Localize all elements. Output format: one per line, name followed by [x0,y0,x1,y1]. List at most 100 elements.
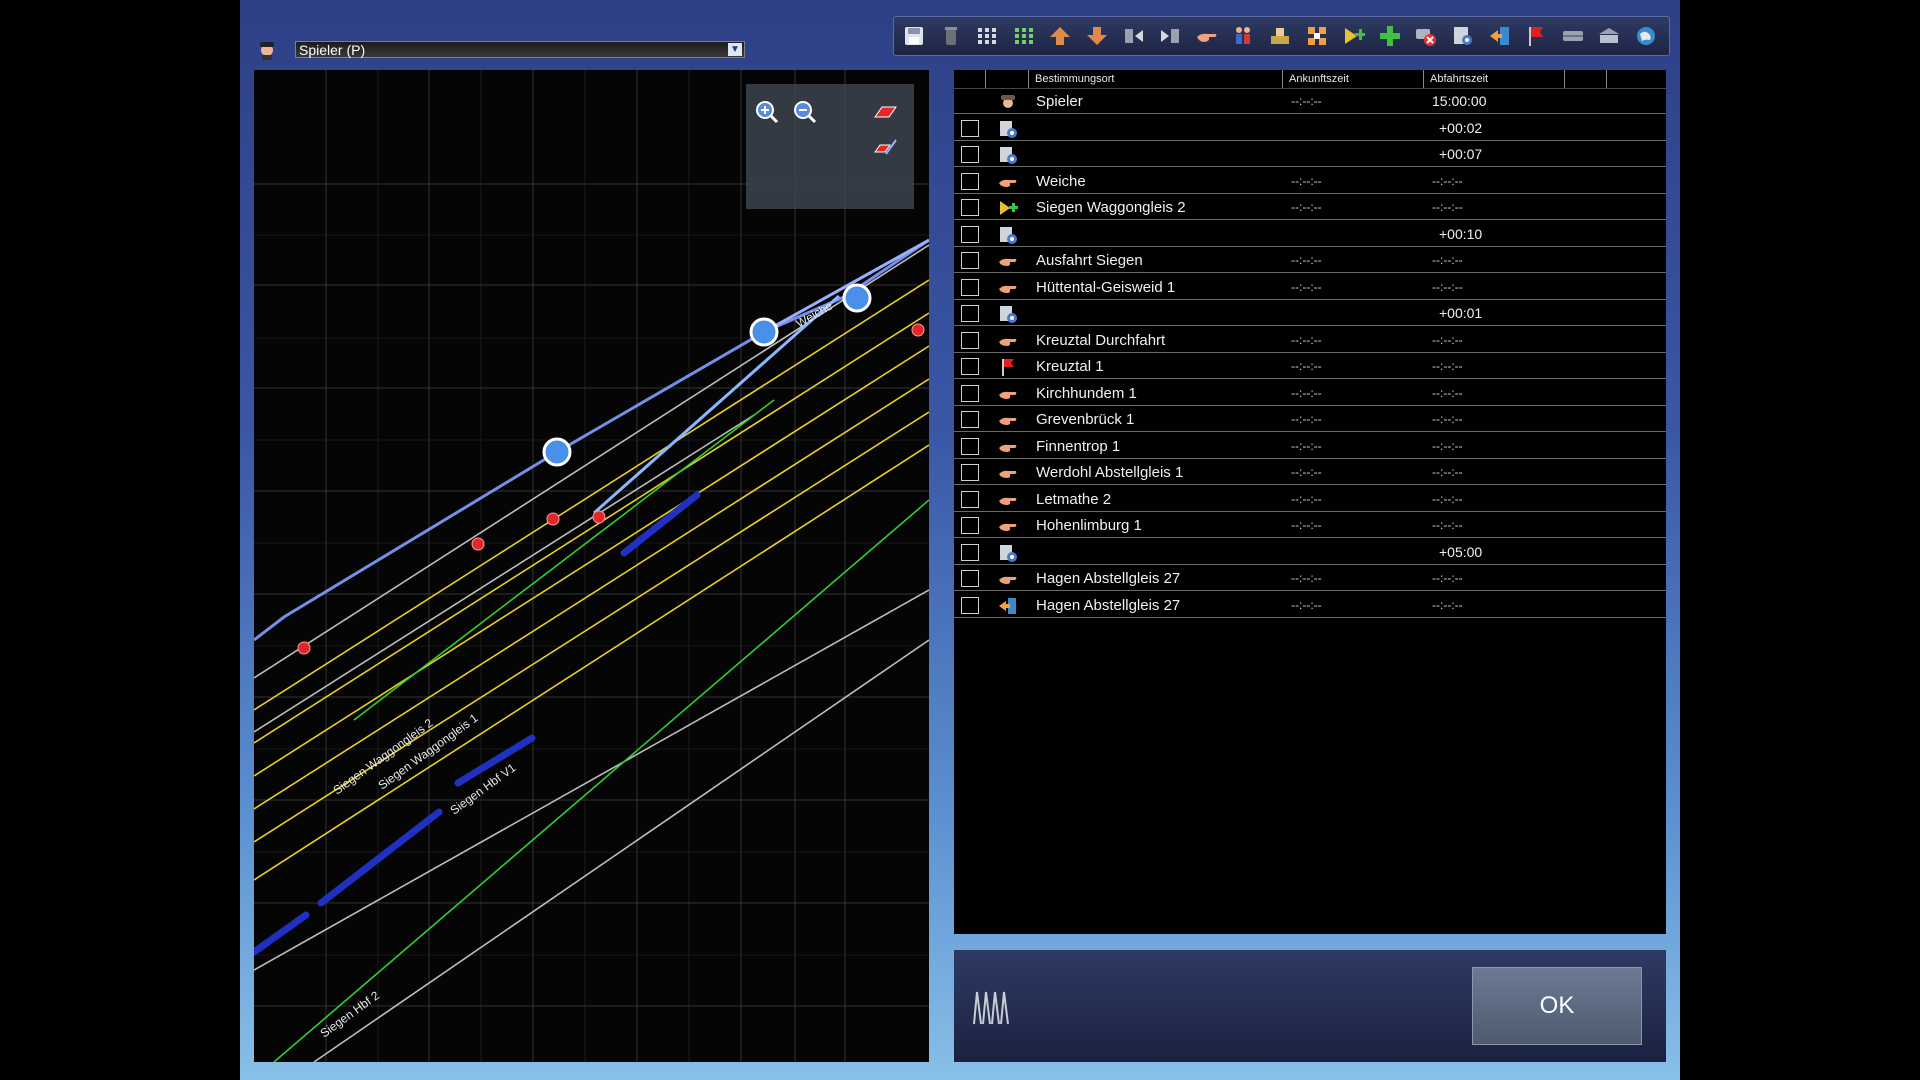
header-departure[interactable]: Abfahrtszeit [1424,70,1565,88]
delete-red-icon[interactable] [1412,22,1440,50]
row-checkbox[interactable] [961,570,979,587]
chevron-down-icon[interactable]: ▼ [728,43,742,56]
row-checkbox[interactable] [961,437,979,455]
add-destination-icon [998,198,1018,218]
row-checkbox[interactable] [961,119,979,137]
row-destination: Letmathe 2 [1036,490,1112,508]
insert-after-icon[interactable] [1156,22,1184,50]
table-row[interactable]: Letmathe 2 --:--:-- --:--:-- [954,487,1666,512]
row-destination: Spieler [1036,93,1083,110]
row-checkbox[interactable] [961,490,979,508]
row-arrival: --:--:-- [1291,597,1322,612]
flag-icon[interactable] [1522,22,1550,50]
row-departure: --:--:-- [1432,385,1463,400]
row-departure: --:--:-- [1432,438,1463,453]
row-destination: Hagen Abstellgleis 27 [1036,570,1181,587]
table-row[interactable]: +05:00 [954,540,1666,565]
row-checkbox[interactable] [961,411,979,428]
passengers-icon[interactable] [1229,22,1257,50]
exit-icon[interactable] [1486,22,1514,50]
table-row[interactable]: +00:07 [954,142,1666,167]
row-arrival: --:--:-- [1291,518,1322,532]
move-up-icon[interactable] [1046,22,1074,50]
load-icon[interactable] [1266,22,1294,50]
row-checkbox[interactable] [961,358,979,375]
row-departure: --:--:-- [1432,332,1463,347]
row-checkbox[interactable] [961,146,979,163]
zoom-in-icon[interactable] [754,99,780,125]
row-departure: --:--:-- [1432,253,1463,267]
table-row[interactable]: +00:02 [954,116,1666,141]
hand-point-icon [998,569,1018,589]
hand-point-icon[interactable] [1193,22,1221,50]
wait-icon [998,543,1018,563]
row-checkbox[interactable] [961,596,979,614]
hand-point-icon [998,384,1018,404]
hand-point-icon [998,490,1018,510]
table-row[interactable]: Kreuztal 1 --:--:-- --:--:-- [954,354,1666,379]
flag-icon [998,357,1018,377]
table-row[interactable]: Hagen Abstellgleis 27 --:--:-- --:--:-- [954,566,1666,591]
row-checkbox[interactable] [961,305,979,322]
table-row[interactable]: Ausfahrt Siegen --:--:-- --:--:-- [954,248,1666,273]
table-row[interactable]: Grevenbrück 1 --:--:-- --:--:-- [954,407,1666,432]
insert-before-icon[interactable] [1120,22,1148,50]
table-row[interactable]: Kirchhundem 1 --:--:-- --:--:-- [954,381,1666,406]
table-row[interactable]: Hohenlimburg 1 --:--:-- --:--:-- [954,513,1666,538]
row-checkbox[interactable] [961,517,979,534]
station-icon[interactable] [1595,22,1623,50]
globe-icon[interactable] [1632,22,1660,50]
row-arrival: --:--:-- [1291,94,1322,108]
table-row[interactable]: +00:10 [954,222,1666,247]
grid-small-icon[interactable] [973,22,1001,50]
move-down-icon[interactable] [1083,22,1111,50]
couple-icon[interactable] [1303,22,1331,50]
hand-point-icon [998,516,1018,536]
row-checkbox[interactable] [961,384,979,402]
table-row[interactable]: Hagen Abstellgleis 27 --:--:-- --:--:-- [954,593,1666,618]
row-destination: Kirchhundem 1 [1036,384,1137,402]
row-arrival: --:--:-- [1291,385,1322,400]
header-arrival[interactable]: Ankunftszeit [1283,70,1424,88]
table-row[interactable]: Hüttental-Geisweid 1 --:--:-- --:--:-- [954,275,1666,300]
row-departure: --:--:-- [1432,518,1463,532]
table-row[interactable]: Werdohl Abstellgleis 1 --:--:-- --:--:-- [954,460,1666,485]
row-checkbox[interactable] [961,199,979,216]
table-row[interactable]: +00:01 [954,301,1666,326]
table-row[interactable]: Finnentrop 1 --:--:-- --:--:-- [954,434,1666,459]
wagon-icon[interactable] [1559,22,1587,50]
row-arrival: --:--:-- [1291,571,1322,585]
grid-green-icon[interactable] [1010,22,1038,50]
player-dropdown[interactable]: Spieler (P) ▼ [295,41,745,58]
driver-icon [256,38,278,60]
header-check-col [954,70,986,88]
settings-icon[interactable] [1449,22,1477,50]
add-destination-icon[interactable] [1339,22,1367,50]
eraser-icon[interactable] [872,99,898,125]
table-row[interactable]: Siegen Waggongleis 2 --:--:-- --:--:-- [954,195,1666,220]
save-icon[interactable] [900,22,928,50]
trash-icon[interactable] [937,22,965,50]
row-checkbox[interactable] [961,278,979,296]
row-checkbox[interactable] [961,252,979,269]
row-checkbox[interactable] [961,464,979,481]
row-departure: --:--:-- [1432,200,1463,214]
table-row[interactable]: Kreuztal Durchfahrt --:--:-- --:--:-- [954,328,1666,353]
header-destination[interactable]: Bestimmungsort [1029,70,1283,88]
row-destination: Siegen Waggongleis 2 [1036,199,1186,216]
table-row[interactable]: Spieler --:--:-- 15:00:00 [954,89,1666,114]
edit-track-icon[interactable] [872,134,898,160]
zoom-out-icon[interactable] [792,99,818,125]
track-map[interactable]: Weiche Siegen Waggongleis 2 Siegen Waggo… [254,70,929,1062]
row-checkbox[interactable] [961,331,979,349]
ok-button[interactable]: OK [1472,967,1642,1045]
map-tools-panel [746,84,914,209]
row-checkbox[interactable] [961,172,979,190]
row-departure: --:--:-- [1432,491,1463,506]
wait-icon [998,225,1018,245]
add-green-icon[interactable] [1376,22,1404,50]
row-checkbox[interactable] [961,543,979,561]
route-map-view[interactable]: Weiche Siegen Waggongleis 2 Siegen Waggo… [254,70,929,1062]
table-row[interactable]: Weiche --:--:-- --:--:-- [954,169,1666,194]
row-checkbox[interactable] [961,225,979,243]
